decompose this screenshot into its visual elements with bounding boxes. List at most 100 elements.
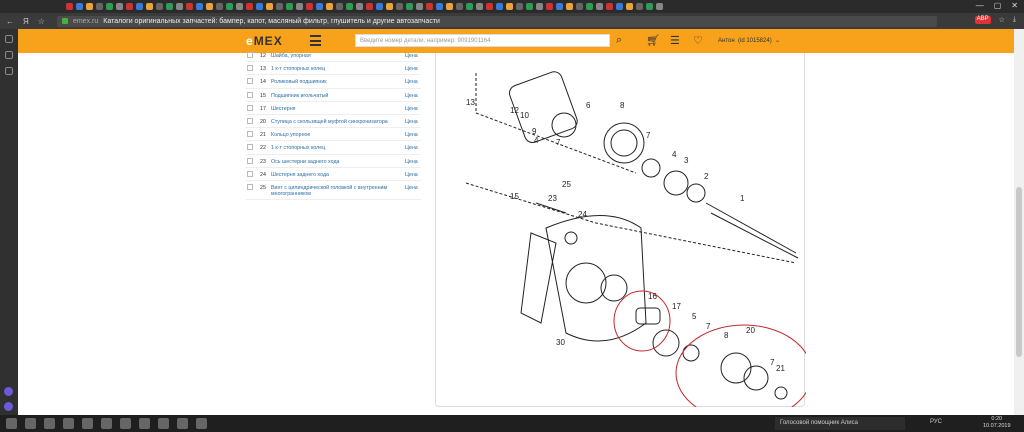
list-icon[interactable]: ☰ bbox=[670, 34, 680, 47]
part-name[interactable]: Подшипник игольчатый bbox=[271, 93, 401, 100]
price-link[interactable]: Цена bbox=[405, 79, 418, 85]
cart-icon[interactable]: 🛒︎ bbox=[646, 34, 660, 47]
diagram-callout[interactable]: 6 bbox=[586, 101, 591, 110]
favorites-icon[interactable]: ♡ bbox=[693, 34, 703, 47]
downloads-icon[interactable]: ⤓ bbox=[1013, 16, 1016, 24]
search-input[interactable]: Введите номер детали, например: 90919011… bbox=[355, 34, 610, 47]
select-checkbox[interactable] bbox=[247, 157, 253, 164]
tab-favicon[interactable] bbox=[576, 3, 583, 10]
notifications-icon[interactable] bbox=[4, 402, 13, 411]
select-checkbox[interactable] bbox=[247, 104, 253, 111]
adblock-badge[interactable]: ABP bbox=[974, 16, 991, 24]
minimize-icon[interactable]: — bbox=[976, 1, 984, 10]
part-name[interactable]: 1 к-т стопорных колец bbox=[271, 145, 401, 152]
tab-favicon[interactable] bbox=[506, 3, 513, 10]
tab-favicon[interactable] bbox=[366, 3, 373, 10]
tab-favicon[interactable] bbox=[476, 3, 483, 10]
edge-icon[interactable] bbox=[63, 418, 74, 429]
part-name[interactable]: Шестерня заднего хода bbox=[271, 172, 401, 179]
scrollbar-thumb[interactable] bbox=[1016, 187, 1022, 357]
price-link[interactable]: Цена bbox=[405, 132, 418, 138]
price-link[interactable]: Цена bbox=[405, 66, 418, 72]
close-icon[interactable]: ✕ bbox=[1011, 1, 1018, 10]
diagram-callout[interactable]: 1 bbox=[740, 194, 745, 203]
tab-favicon[interactable] bbox=[226, 3, 233, 10]
yandex-browser-icon[interactable] bbox=[120, 418, 131, 429]
tab-favicon[interactable] bbox=[636, 3, 643, 10]
tab-favicon[interactable] bbox=[386, 3, 393, 10]
tab-favicon[interactable] bbox=[186, 3, 193, 10]
diagram-callout[interactable]: 16 bbox=[648, 292, 657, 301]
excel-icon[interactable] bbox=[196, 418, 207, 429]
tab-favicon[interactable] bbox=[406, 3, 413, 10]
diagram-callout[interactable]: 4 bbox=[534, 136, 539, 145]
tab-favicon[interactable] bbox=[606, 3, 613, 10]
alice-search[interactable]: Голосовой помощник Алиса bbox=[775, 417, 905, 430]
diagram-callout[interactable]: 7 bbox=[770, 358, 775, 367]
diagram-callout[interactable]: 7 bbox=[646, 131, 651, 140]
tab-favicon[interactable] bbox=[526, 3, 533, 10]
explorer-icon[interactable] bbox=[82, 418, 93, 429]
tab-favicon[interactable] bbox=[466, 3, 473, 10]
diagram-callout[interactable]: 20 bbox=[746, 326, 755, 335]
diagram-callout[interactable]: 2 bbox=[704, 172, 709, 181]
tab-favicon[interactable] bbox=[246, 3, 253, 10]
diagram-callout[interactable]: 25 bbox=[562, 180, 571, 189]
tab-favicon[interactable] bbox=[116, 3, 123, 10]
diagram-callout[interactable]: 7 bbox=[706, 322, 711, 331]
viber-icon[interactable] bbox=[177, 418, 188, 429]
tab-favicon[interactable] bbox=[326, 3, 333, 10]
tab-favicon[interactable] bbox=[236, 3, 243, 10]
tab-favicon[interactable] bbox=[436, 3, 443, 10]
diagram-callout[interactable]: 21 bbox=[776, 364, 785, 373]
tab-favicon[interactable] bbox=[166, 3, 173, 10]
diagram-callout[interactable]: 24 bbox=[578, 210, 587, 219]
select-checkbox[interactable] bbox=[247, 131, 253, 138]
select-checkbox[interactable] bbox=[247, 144, 253, 151]
price-link[interactable]: Цена bbox=[405, 185, 418, 191]
price-link[interactable]: Цена bbox=[405, 106, 418, 112]
tab-favicon[interactable] bbox=[76, 3, 83, 10]
tab-favicon[interactable] bbox=[126, 3, 133, 10]
taskview-icon[interactable] bbox=[44, 418, 55, 429]
price-link[interactable]: Цена bbox=[405, 159, 418, 165]
price-link[interactable]: Цена bbox=[405, 119, 418, 125]
tab-favicon[interactable] bbox=[206, 3, 213, 10]
diagram-callout[interactable]: 8 bbox=[620, 101, 625, 110]
tab-favicon[interactable] bbox=[216, 3, 223, 10]
tab-favicon[interactable] bbox=[276, 3, 283, 10]
search-icon[interactable]: ⌕ bbox=[616, 34, 622, 47]
tab-favicon[interactable] bbox=[396, 3, 403, 10]
tab-favicon[interactable] bbox=[306, 3, 313, 10]
tab-favicon[interactable] bbox=[66, 3, 73, 10]
tab-favicon[interactable] bbox=[616, 3, 623, 10]
part-name[interactable]: Шестерня bbox=[271, 106, 401, 113]
tab-favicon[interactable] bbox=[456, 3, 463, 10]
tab-favicon[interactable] bbox=[566, 3, 573, 10]
maximize-icon[interactable]: ▢ bbox=[994, 1, 1002, 10]
tab-favicon[interactable] bbox=[86, 3, 93, 10]
diagram-callout[interactable]: 8 bbox=[724, 331, 729, 340]
star-icon[interactable]: ☆ bbox=[38, 17, 45, 26]
diagram-callout[interactable]: 13 bbox=[466, 98, 475, 107]
select-checkbox[interactable] bbox=[247, 183, 253, 190]
tab-favicon[interactable] bbox=[196, 3, 203, 10]
tab-favicon[interactable] bbox=[146, 3, 153, 10]
tab-favicon[interactable] bbox=[656, 3, 663, 10]
tab-favicon[interactable] bbox=[486, 3, 493, 10]
user-account[interactable]: Антон (id 1015824) ⌄ bbox=[718, 37, 780, 44]
tab-favicon[interactable] bbox=[106, 3, 113, 10]
tab-favicon[interactable] bbox=[376, 3, 383, 10]
lang-indicator[interactable]: РУС bbox=[930, 419, 942, 425]
diagram-callout[interactable]: 17 bbox=[672, 302, 681, 311]
tab-favicon[interactable] bbox=[626, 3, 633, 10]
telegram-icon[interactable] bbox=[158, 418, 169, 429]
diagram-callout[interactable]: 30 bbox=[556, 338, 565, 347]
part-name[interactable]: Ступица с скользящей муфтой синхронизато… bbox=[271, 119, 401, 126]
diagram-callout[interactable]: 15 bbox=[510, 192, 519, 201]
history-icon[interactable] bbox=[5, 67, 13, 75]
tab-favicon[interactable] bbox=[156, 3, 163, 10]
search-taskbar-icon[interactable] bbox=[25, 418, 36, 429]
diagram-callout[interactable]: 12 bbox=[510, 106, 519, 115]
clock[interactable]: 0:20 10.07.2019 bbox=[983, 416, 1011, 430]
